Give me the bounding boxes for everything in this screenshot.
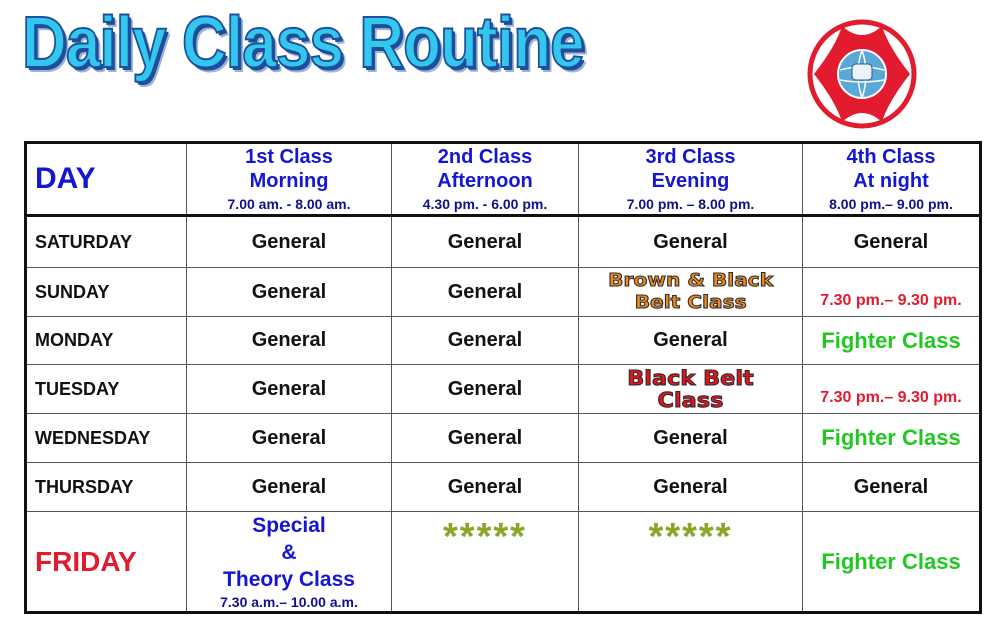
fighter-class-cell: Fighter Class <box>802 413 981 463</box>
class-cell: General <box>186 215 392 268</box>
class-cell: General <box>186 364 392 414</box>
day-cell: SUNDAY <box>25 267 187 317</box>
badge-line: Class <box>657 387 724 412</box>
table-row: SATURDAY General General General General <box>25 215 981 268</box>
class-header-title: 1st Class <box>245 146 333 168</box>
day-header: DAY <box>25 142 187 217</box>
class-cell: General <box>186 267 392 317</box>
class-header-3: 3rd Class Evening 7.00 pm. – 8.00 pm. <box>578 142 803 217</box>
special-line: Theory Class <box>223 568 355 591</box>
class-header-title: 3rd Class <box>645 146 736 168</box>
class-header-title: 4th Class <box>846 146 936 168</box>
class-cell: General <box>578 462 803 512</box>
class-cell: General <box>391 267 579 317</box>
class-routine-table: DAY 1st Class Morning 7.00 am. - 8.00 am… <box>24 141 982 614</box>
class-cell: General <box>802 462 981 512</box>
time-cell: 7.30 pm.– 9.30 pm. <box>802 364 981 414</box>
table-row: FRIDAY Special & Theory Class 7.30 a.m.–… <box>25 511 981 613</box>
day-cell: SATURDAY <box>25 215 187 268</box>
class-header-time: 7.00 am. - 8.00 am. <box>227 196 351 212</box>
table-row: THURSDAY General General General General <box>25 462 981 512</box>
special-theory-cell: Special & Theory Class 7.30 a.m.– 10.00 … <box>186 511 392 613</box>
table-row: SUNDAY General General Brown & Black Bel… <box>25 267 981 317</box>
day-cell: TUESDAY <box>25 364 187 414</box>
badge-line: Black Belt <box>627 365 755 390</box>
table-row: WEDNESDAY General General General Fighte… <box>25 413 981 463</box>
class-cell: General <box>186 316 392 365</box>
class-cell: General <box>391 316 579 365</box>
class-cell: General <box>578 316 803 365</box>
class-cell: General <box>186 413 392 463</box>
special-time: 7.30 a.m.– 10.00 a.m. <box>220 594 358 610</box>
class-header-period: Afternoon <box>437 170 533 192</box>
black-belt-badge: Black Belt Class <box>627 365 755 412</box>
day-cell: WEDNESDAY <box>25 413 187 463</box>
class-cell: General <box>391 215 579 268</box>
no-class-stars: ***** <box>578 511 803 613</box>
class-cell: General <box>391 364 579 414</box>
class-header-4: 4th Class At night 8.00 pm.– 9.00 pm. <box>802 142 981 217</box>
class-header-2: 2nd Class Afternoon 4.30 pm. - 6.00 pm. <box>391 142 579 217</box>
day-cell: FRIDAY <box>25 511 187 613</box>
fighter-class-cell: Fighter Class <box>802 511 981 613</box>
class-header-period: At night <box>853 170 929 192</box>
brown-black-belt-badge: Brown & Black Belt Class <box>607 270 773 314</box>
day-cell: MONDAY <box>25 316 187 365</box>
class-cell: General <box>802 215 981 268</box>
time-cell: 7.30 pm.– 9.30 pm. <box>802 267 981 317</box>
header-row: DAY 1st Class Morning 7.00 am. - 8.00 am… <box>25 142 981 217</box>
table-row: TUESDAY General General Black Belt Class… <box>25 364 981 414</box>
special-class-cell: Black Belt Class <box>578 364 803 414</box>
badge-line: Belt Class <box>634 292 747 314</box>
class-cell: General <box>578 215 803 268</box>
fighter-class-cell: Fighter Class <box>802 316 981 365</box>
kyokushin-emblem-icon <box>807 19 917 129</box>
class-cell: General <box>391 462 579 512</box>
no-class-stars: ***** <box>391 511 579 613</box>
class-header-time: 4.30 pm. - 6.00 pm. <box>422 196 548 212</box>
class-header-period: Morning <box>249 170 329 192</box>
class-cell: General <box>391 413 579 463</box>
class-header-time: 7.00 pm. – 8.00 pm. <box>626 196 755 212</box>
special-class-cell: Brown & Black Belt Class <box>578 267 803 317</box>
special-line: Special <box>252 514 326 537</box>
badge-line: Brown & Black <box>607 270 773 292</box>
day-cell: THURSDAY <box>25 462 187 512</box>
class-header-time: 8.00 pm.– 9.00 pm. <box>829 196 953 212</box>
page-title: Daily Class Routine <box>21 2 585 84</box>
class-cell: General <box>186 462 392 512</box>
class-header-1: 1st Class Morning 7.00 am. - 8.00 am. <box>186 142 392 217</box>
class-header-period: Evening <box>651 170 730 192</box>
class-header-title: 2nd Class <box>437 146 533 168</box>
class-cell: General <box>578 413 803 463</box>
table-row: MONDAY General General General Fighter C… <box>25 316 981 365</box>
special-line: & <box>281 541 297 564</box>
